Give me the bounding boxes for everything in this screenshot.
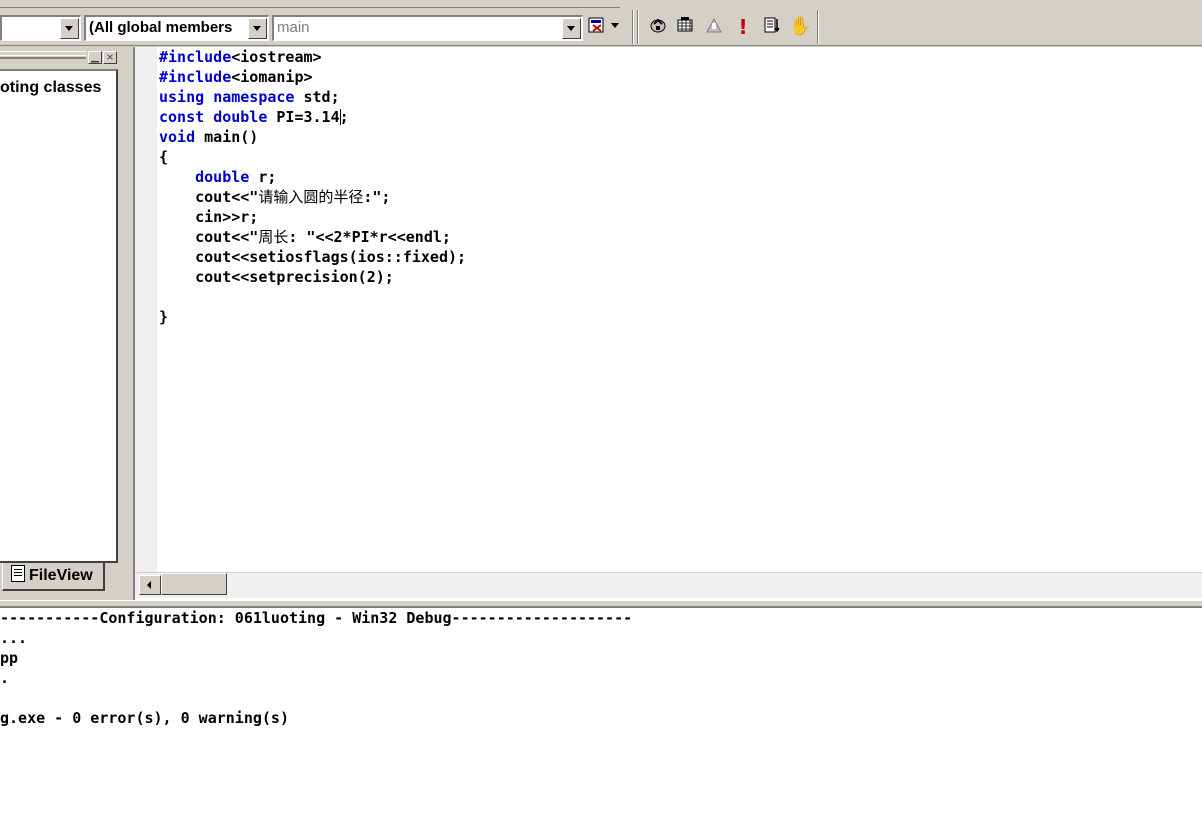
code-line[interactable]: #include<iomanip> xyxy=(159,67,313,87)
code-keyword: double xyxy=(195,168,250,186)
toolbar-separator xyxy=(637,10,639,44)
code-text: r; xyxy=(249,168,277,186)
wizard-bar-actions-icon[interactable] xyxy=(586,15,608,39)
compile-icon[interactable] xyxy=(647,15,669,39)
scroll-thumb[interactable] xyxy=(161,573,227,595)
code-line[interactable]: cout<<setprecision(2); xyxy=(159,267,394,287)
code-text: ; xyxy=(339,108,349,126)
editor-selection-margin[interactable] xyxy=(135,47,157,572)
output-line: ... xyxy=(0,629,28,647)
members-combo-dropdown-icon[interactable] xyxy=(248,18,267,39)
code-line[interactable]: cin>>r; xyxy=(159,207,258,227)
go-icon[interactable] xyxy=(761,15,783,39)
members-combo[interactable]: (All global members xyxy=(84,15,269,41)
file-icon xyxy=(11,565,25,582)
output-line: . xyxy=(0,669,10,687)
code-line[interactable]: #include<iostream> xyxy=(159,47,322,67)
function-combo-dropdown-icon[interactable] xyxy=(562,18,581,39)
class-combo[interactable] xyxy=(0,15,81,41)
toolbar-separator xyxy=(817,10,819,44)
wizard-dropdown-icon[interactable] xyxy=(608,15,622,39)
code-text: :"; xyxy=(363,188,391,206)
code-line[interactable]: cout<<"周长: "<<2*PI*r<<endl; xyxy=(159,227,451,247)
code-line[interactable]: } xyxy=(159,307,168,327)
code-text: 请输入圆的半径 xyxy=(258,188,364,206)
output-line: pp xyxy=(0,649,19,667)
class-tree-view[interactable]: oting classes xyxy=(0,69,118,563)
tab-fileview-label: FileView xyxy=(29,567,93,584)
code-keyword: const xyxy=(159,108,205,126)
code-text: cout<<setprecision(2); xyxy=(159,268,394,286)
output-line: g.exe - 0 error(s), 0 warning(s) xyxy=(0,709,289,727)
code-editor[interactable]: #include<iostream> #include<iomanip> using… xyxy=(133,47,1202,600)
code-line[interactable]: const double PI=3.14; xyxy=(159,107,349,127)
wizard-toolbar: (All global members main ! ✋ xyxy=(0,0,1202,46)
build-icon[interactable] xyxy=(674,15,696,39)
code-line[interactable]: void main() xyxy=(159,127,258,147)
code-text: cout<<" xyxy=(159,228,259,246)
code-line[interactable]: using namespace std; xyxy=(159,87,340,107)
tab-fileview[interactable]: FileView xyxy=(2,563,105,591)
code-text: { xyxy=(159,148,169,166)
build-output-pane[interactable]: -----------Configuration: 061luoting - W… xyxy=(0,608,1202,823)
code-text: cout<<setiosflags(ios::fixed); xyxy=(159,248,467,266)
code-keyword: namespace xyxy=(213,88,295,106)
code-text: main() xyxy=(195,128,259,146)
code-text: <iomanip> xyxy=(231,68,313,86)
code-text: 周长 xyxy=(258,228,289,246)
code-text: <iostream> xyxy=(231,48,322,66)
code-keyword: #include xyxy=(159,48,232,66)
workspace-panel: ▁ × oting classes FileView xyxy=(0,47,132,600)
output-splitter[interactable] xyxy=(0,600,1202,608)
output-line: -----------Configuration: 061luoting - W… xyxy=(0,609,633,627)
code-line[interactable]: cout<<setiosflags(ios::fixed); xyxy=(159,247,466,267)
toolbar-top-strip xyxy=(0,0,620,8)
function-combo[interactable]: main xyxy=(272,15,583,41)
panel-close-icon[interactable]: × xyxy=(103,51,117,64)
code-text: cout<<" xyxy=(159,188,259,206)
code-line[interactable]: double r; xyxy=(159,167,276,187)
code-keyword: double xyxy=(213,108,268,126)
code-line[interactable]: { xyxy=(159,147,168,167)
code-text: std; xyxy=(294,88,340,106)
code-line[interactable]: cout<<"请输入圆的半径:"; xyxy=(159,187,390,207)
execute-icon[interactable]: ! xyxy=(732,15,754,39)
toolbar-separator xyxy=(632,10,634,44)
code-keyword: using xyxy=(159,88,205,106)
code-keyword: #include xyxy=(159,68,232,86)
horizontal-scrollbar[interactable] xyxy=(135,572,1202,598)
code-text: cin>>r; xyxy=(159,208,259,226)
tree-item-classes[interactable]: oting classes xyxy=(0,79,101,97)
panel-gripper[interactable] xyxy=(0,55,86,58)
class-combo-dropdown-icon[interactable] xyxy=(60,18,79,39)
members-combo-value: (All global members xyxy=(89,19,233,36)
function-combo-value: main xyxy=(277,19,310,36)
code-keyword: void xyxy=(159,128,196,146)
panel-minimize-icon[interactable]: ▁ xyxy=(88,51,102,64)
code-text: : "<<2*PI*r<<endl; xyxy=(288,228,451,246)
scroll-left-icon[interactable] xyxy=(139,575,161,595)
code-text: PI=3.14 xyxy=(267,108,340,126)
insert-breakpoint-icon[interactable]: ✋ xyxy=(789,15,811,39)
stop-build-icon xyxy=(703,15,725,39)
code-text: } xyxy=(159,308,169,326)
